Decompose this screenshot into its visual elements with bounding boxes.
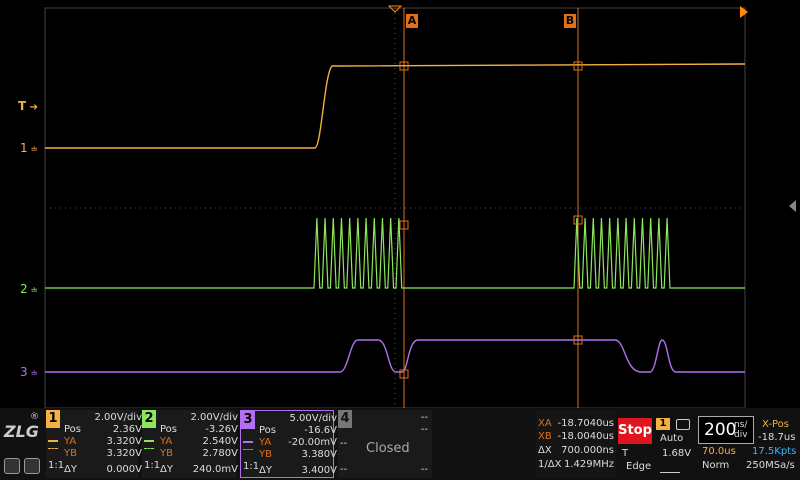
ch3-ya-label: YA bbox=[259, 437, 272, 448]
ch1-waveform bbox=[45, 63, 746, 149]
memory-depth: 17.5Kpts bbox=[752, 446, 797, 457]
channel-1-panel[interactable]: 1 2.00V/div Pos 2.36V YA 3.320V YB 3.320V 1… bbox=[46, 410, 142, 478]
ch2-ya: 2.540V bbox=[202, 436, 238, 447]
ch2-yb: 2.780V bbox=[202, 448, 238, 459]
ch1-coupling-icon bbox=[48, 440, 58, 449]
ch3-yb: 3.380V bbox=[301, 449, 337, 460]
cursor-readout-panel[interactable]: XA -18.7040us XB -18.0040us ΔX 700.000ns… bbox=[536, 410, 616, 478]
trigger-level[interactable]: 1.68V bbox=[662, 448, 691, 460]
ch2-probe: 1:1 bbox=[144, 460, 161, 471]
ch1-ya-label: YA bbox=[64, 436, 77, 447]
ch1-dy: 0.000V bbox=[106, 464, 142, 475]
ch4-status: Closed bbox=[366, 441, 410, 456]
ch1-yb-label: YB bbox=[64, 448, 77, 459]
ch3-waveform bbox=[45, 339, 745, 373]
ch3-ground-marker[interactable]: 3 ≐ bbox=[20, 365, 38, 379]
ch3-yb-label: YB bbox=[259, 449, 272, 460]
ch1-scale: 2.00V/div bbox=[94, 412, 142, 423]
trigger-mode[interactable]: Auto bbox=[660, 433, 683, 445]
ch2-ya-label: YA bbox=[160, 436, 173, 447]
right-scroll-arrow-icon[interactable] bbox=[789, 200, 796, 212]
channel-4-panel[interactable]: 4 -- -- -- -- -- Closed bbox=[338, 410, 432, 478]
cursor-b-tag[interactable]: B bbox=[564, 14, 576, 28]
xa-value: -18.7040us bbox=[557, 418, 614, 429]
xpos-label: X-Pos bbox=[762, 419, 789, 430]
channel-2-panel[interactable]: 2 2.00V/div Pos -3.26V YA 2.540V YB 2.780V … bbox=[142, 410, 238, 478]
registered-icon: ® bbox=[30, 412, 39, 422]
screenshot-icon[interactable] bbox=[24, 458, 40, 474]
ch1-probe: 1:1 bbox=[48, 460, 65, 471]
channel-4-number[interactable]: 4 bbox=[338, 410, 352, 428]
ch2-dy: 240.0mV bbox=[192, 464, 238, 475]
ch1-ground-marker[interactable]: 1 ≐ bbox=[20, 141, 38, 155]
ch2-dy-label: ΔY bbox=[160, 464, 173, 475]
horizontal-delay: 70.0us bbox=[702, 446, 736, 457]
xpos-value: -18.7us bbox=[758, 432, 796, 443]
waveform-display[interactable]: T ➔ 1 ≐ 2 ≐ 3 ≐ A B bbox=[0, 0, 800, 408]
ch3-dy-label: ΔY bbox=[259, 465, 272, 476]
timebase-value: 200 bbox=[704, 420, 737, 440]
channel-3-number[interactable]: 3 bbox=[241, 411, 255, 429]
home-icon[interactable] bbox=[4, 458, 20, 474]
acquisition-mode[interactable]: Norm bbox=[702, 460, 729, 472]
ch1-pos: 2.36V bbox=[112, 424, 142, 435]
ch4-coupling: -- bbox=[340, 438, 348, 449]
sample-rate: 250MSa/s bbox=[746, 460, 795, 471]
ch4-dy: -- bbox=[420, 464, 428, 475]
ch3-scale: 5.00V/div bbox=[289, 413, 337, 424]
dx-label: ΔX bbox=[538, 445, 552, 456]
trigger-coupling-icon bbox=[676, 419, 690, 430]
xb-value: -18.0040us bbox=[557, 431, 614, 442]
ch3-probe: 1:1 bbox=[243, 461, 260, 472]
ch3-pos: -16.6V bbox=[304, 425, 337, 436]
trigger-level-marker[interactable]: T ➔ bbox=[18, 99, 38, 113]
ch1-ya: 3.320V bbox=[106, 436, 142, 447]
ch1-yb: 3.320V bbox=[106, 448, 142, 459]
ch2-scale: 2.00V/div bbox=[190, 412, 238, 423]
rising-edge-icon bbox=[660, 464, 680, 473]
ch2-coupling-icon bbox=[144, 440, 154, 449]
zlg-logo: ZLG bbox=[4, 422, 39, 441]
ch2-pos-label: Pos bbox=[160, 424, 178, 435]
dx-value: 700.000ns bbox=[561, 445, 614, 456]
cursor-a-tag[interactable]: A bbox=[406, 14, 418, 28]
ch2-ground-marker[interactable]: 2 ≐ bbox=[20, 282, 38, 296]
trigger-type[interactable]: Edge bbox=[626, 461, 651, 473]
inv-dx-value: 1.429MHz bbox=[563, 459, 614, 470]
ch2-pos: -3.26V bbox=[205, 424, 238, 435]
ch3-coupling-icon bbox=[243, 441, 253, 450]
ch3-ya: -20.00mV bbox=[288, 437, 337, 448]
trigger-source-badge[interactable]: 1 bbox=[656, 418, 670, 430]
ch4-pos: -- bbox=[420, 424, 428, 435]
ch3-dy: 3.400V bbox=[301, 465, 337, 476]
ch4-probe: -- bbox=[340, 464, 348, 475]
xb-label: XB bbox=[538, 431, 552, 442]
ch1-dy-label: ΔY bbox=[64, 464, 77, 475]
inv-dx-label: 1/ΔX bbox=[538, 459, 562, 470]
timebase-unit-bottom: div bbox=[734, 430, 748, 440]
ch2-yb-label: YB bbox=[160, 448, 173, 459]
ch1-pos-label: Pos bbox=[64, 424, 82, 435]
scope-grid-svg bbox=[44, 5, 748, 408]
ch3-pos-label: Pos bbox=[259, 425, 277, 436]
run-stop-button[interactable]: Stop bbox=[618, 418, 652, 444]
channel-2-number[interactable]: 2 bbox=[142, 410, 156, 428]
channel-3-panel[interactable]: 3 5.00V/div Pos -16.6V YA -20.00mV YB 3.380… bbox=[240, 410, 337, 478]
trigger-label: T bbox=[622, 448, 629, 459]
channel-1-number[interactable]: 1 bbox=[46, 410, 60, 428]
ch4-scale: -- bbox=[420, 412, 428, 423]
xa-label: XA bbox=[538, 418, 552, 429]
